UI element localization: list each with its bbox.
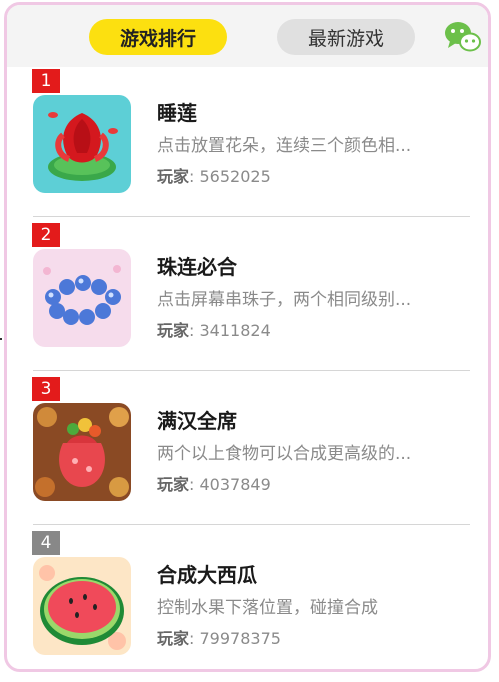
player-count: 玩家: 5652025	[157, 163, 271, 187]
player-value: : 79978375	[189, 629, 281, 648]
game-thumbnail-feast[interactable]	[33, 403, 131, 501]
player-value: : 4037849	[189, 475, 271, 494]
tab-new-games[interactable]: 最新游戏	[277, 19, 415, 55]
game-list-item[interactable]: 2 珠连必合 点击屏幕串珠子，两个相同级别... 玩家: 3411824	[7, 221, 488, 371]
game-thumbnail-lotus[interactable]	[33, 95, 131, 193]
game-title[interactable]: 满汉全席	[157, 405, 237, 434]
game-description: 点击屏幕串珠子，两个相同级别...	[157, 290, 412, 310]
tab-game-ranking[interactable]: 游戏排行	[89, 19, 227, 55]
item-divider	[33, 216, 470, 217]
player-label: 玩家	[157, 629, 190, 648]
rank-badge: 1	[32, 69, 60, 93]
game-list-item[interactable]: 1 睡莲 点击放置花朵，连续三个颜色相... 玩家: 5652025	[7, 67, 488, 217]
player-value: : 3411824	[189, 321, 271, 340]
game-ranking-panel: 游戏排行 最新游戏 1 睡莲 点击放置花朵，连续三个颜色相... 玩家: 565…	[4, 2, 491, 672]
game-list-item[interactable]: 4 合成大西瓜 控制水果下落位置，碰撞合成 玩家: 79978375	[7, 529, 488, 669]
item-divider	[33, 524, 470, 525]
rank-badge: 3	[32, 377, 60, 401]
item-divider	[33, 370, 470, 371]
player-count: 玩家: 3411824	[157, 317, 271, 341]
player-label: 玩家	[157, 167, 190, 186]
rank-badge: 4	[32, 531, 60, 555]
game-title[interactable]: 睡莲	[157, 97, 197, 126]
player-label: 玩家	[157, 475, 190, 494]
game-description: 两个以上食物可以合成更高级的...	[157, 444, 412, 464]
rank-badge: 2	[32, 223, 60, 247]
player-count: 玩家: 79978375	[157, 625, 281, 649]
wechat-icon[interactable]	[443, 19, 483, 55]
game-description: 点击放置花朵，连续三个颜色相...	[157, 136, 412, 156]
top-tab-bar: 游戏排行 最新游戏	[7, 5, 488, 67]
game-thumbnail-watermelon[interactable]	[33, 557, 131, 655]
game-title[interactable]: 合成大西瓜	[157, 559, 257, 588]
game-title[interactable]: 珠连必合	[157, 251, 237, 280]
player-count: 玩家: 4037849	[157, 471, 271, 495]
player-value: : 5652025	[189, 167, 271, 186]
game-thumbnail-beads[interactable]	[33, 249, 131, 347]
stray-dot	[0, 338, 2, 340]
game-list-item[interactable]: 3 满汉全席 两个以上食物可以合成更高级的... 玩家: 4037849	[7, 375, 488, 525]
player-label: 玩家	[157, 321, 190, 340]
game-description: 控制水果下落位置，碰撞合成	[157, 598, 378, 618]
